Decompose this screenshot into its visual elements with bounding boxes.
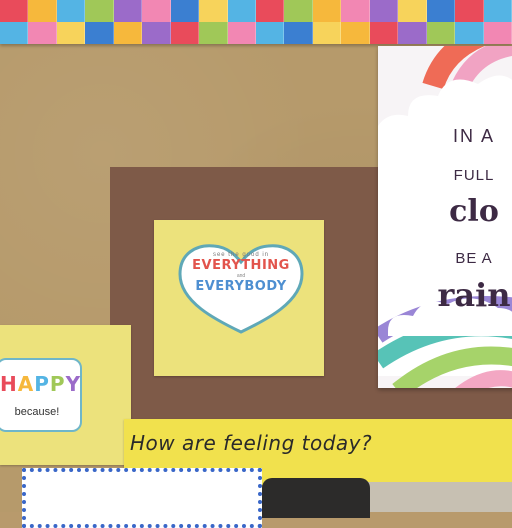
happy-letter-p2: P	[49, 372, 66, 396]
border-square	[284, 0, 313, 22]
poster-line-4: BE A	[455, 250, 493, 267]
border-square	[142, 22, 171, 44]
border-square	[227, 0, 256, 22]
border-square	[483, 0, 512, 22]
border-square	[369, 0, 399, 22]
heart-sign-text: see the good in EVERYTHING and EVERYBODY	[176, 252, 306, 294]
border-square	[170, 22, 200, 44]
border-square	[0, 22, 29, 44]
question-text: How are feeling today?	[130, 431, 373, 455]
border-square	[256, 22, 285, 44]
border-square	[341, 22, 370, 44]
border-square	[56, 22, 86, 44]
happy-letter-p1: P	[34, 372, 50, 396]
poster-line-3: clo	[449, 194, 499, 229]
poster-line-2: FULL	[453, 167, 495, 184]
border-square	[256, 0, 285, 22]
border-square	[312, 0, 342, 22]
border-square	[56, 0, 86, 22]
border-square	[142, 0, 171, 22]
poster-line-5: rain	[437, 276, 511, 314]
border-square	[284, 22, 313, 44]
border-square	[28, 0, 57, 22]
border-square	[455, 0, 484, 22]
border-square	[398, 0, 427, 22]
border-square	[199, 22, 228, 44]
border-square	[483, 22, 512, 44]
border-square	[28, 22, 57, 44]
border-square	[0, 0, 29, 22]
border-square	[113, 0, 143, 22]
border-square	[85, 0, 114, 22]
happy-subtitle: because!	[14, 406, 60, 418]
happy-letter-a: A	[17, 372, 35, 396]
border-square	[426, 22, 456, 44]
checkered-border-trim	[0, 0, 512, 44]
border-square	[369, 22, 399, 44]
border-square	[113, 22, 143, 44]
border-square	[170, 0, 200, 22]
heart-line-everybody: EVERYBODY	[195, 279, 287, 294]
border-square	[199, 0, 228, 22]
dark-clip-object	[262, 478, 370, 518]
happy-letter-y: Y	[65, 372, 82, 396]
border-square	[227, 22, 256, 44]
border-square	[398, 22, 427, 44]
border-square	[341, 0, 370, 22]
border-square	[426, 0, 456, 22]
happy-word: HAPPY	[0, 372, 80, 396]
happy-letter-h: H	[0, 372, 18, 396]
border-square	[85, 22, 114, 44]
blue-dotted-border-card	[22, 468, 262, 528]
heart-line-everything: EVERYTHING	[192, 258, 290, 273]
poster-line-1: IN A	[452, 126, 495, 146]
border-square	[312, 22, 342, 44]
border-square	[455, 22, 484, 44]
